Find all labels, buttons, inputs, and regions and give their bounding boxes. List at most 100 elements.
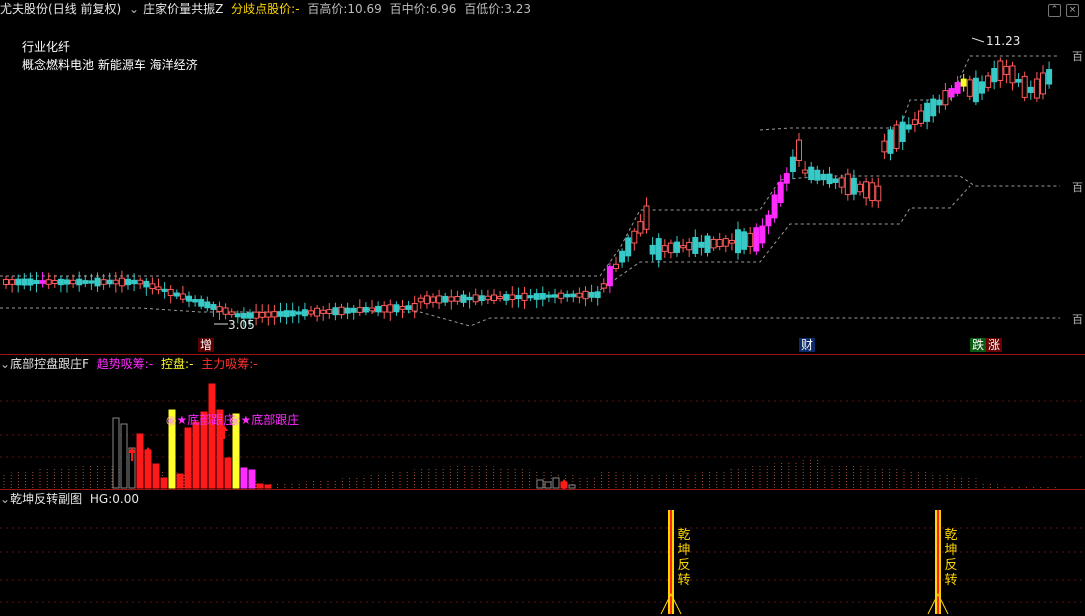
candle-body: [118, 277, 125, 287]
event-tag-finance[interactable]: 财: [799, 338, 816, 352]
candle-body: [911, 119, 918, 125]
candle-body: [198, 298, 205, 307]
main-chart-panel[interactable]: 尤夫股份(日线 前复权) ⌄ 庄家价量共振Z 分歧点股价:- 百高价:10.69 …: [0, 0, 1085, 354]
histogram-bar: [240, 467, 248, 489]
sub-panel-bottom-control[interactable]: ⌄底部控盘跟庄F 趋势吸筹:- 控盘:- 主力吸筹:- ◉★底部跟庄 ◉★底部跟…: [0, 355, 1085, 489]
candle-body: [460, 294, 467, 303]
candle-body: [454, 296, 461, 302]
candle-body: [216, 306, 223, 312]
signal-char: 反: [677, 558, 691, 573]
candle-body: [356, 307, 363, 313]
candle-body: [832, 178, 839, 183]
candle-body: [759, 225, 766, 244]
candle-body: [527, 295, 534, 299]
eye-icon: ◉: [166, 413, 177, 427]
candle-body: [777, 181, 784, 204]
candle-body: [125, 278, 131, 286]
histogram-bar: [536, 479, 544, 489]
candle-body: [533, 293, 540, 300]
candle-body: [558, 292, 565, 299]
candle-body: [942, 90, 949, 106]
candle-body: [234, 313, 241, 318]
signal-char: 转: [677, 573, 691, 588]
candle-body: [448, 296, 455, 302]
candle-body: [472, 294, 479, 303]
candle-body: [985, 75, 992, 88]
candle-body: [619, 250, 626, 263]
candle-body: [899, 121, 906, 142]
candle-body: [1040, 72, 1046, 95]
candle-body: [3, 279, 9, 285]
candle-body: [277, 311, 284, 317]
histogram-bar: [152, 463, 160, 489]
candle-body: [765, 214, 772, 227]
histogram-bar: [112, 417, 120, 489]
candle-body: [82, 280, 89, 284]
candle-body: [625, 237, 632, 257]
histogram-bar: [184, 427, 192, 489]
candle-body: [838, 177, 845, 188]
candle-body: [320, 309, 327, 314]
candle-body: [869, 182, 876, 202]
candle-body: [704, 235, 711, 253]
reversal-signal-text-2: 乾 坤 反 转: [944, 528, 958, 588]
candle-body: [802, 169, 809, 174]
candle-body: [918, 110, 924, 124]
candlestick-chart[interactable]: [0, 0, 1085, 354]
candle-body: [186, 295, 192, 302]
high-marker-arrow: [971, 37, 985, 43]
candle-body: [521, 292, 528, 301]
candle-body: [503, 294, 510, 301]
histogram-bar: [160, 477, 168, 489]
candle-body: [369, 307, 375, 312]
candle-body: [137, 279, 144, 285]
event-tag-rise[interactable]: 涨: [986, 338, 1003, 352]
candle-body: [15, 278, 22, 286]
candle-body: [545, 294, 552, 298]
candle-body: [600, 283, 607, 289]
candle-body: [466, 296, 473, 301]
candle-body: [814, 169, 821, 181]
candle-body: [875, 185, 882, 202]
candle-body: [442, 295, 449, 303]
candle-body: [179, 293, 186, 300]
candle-body: [936, 99, 943, 106]
candle-body: [411, 303, 418, 312]
candle-body: [430, 296, 436, 303]
candle-body: [588, 291, 595, 298]
candle-body: [393, 304, 400, 313]
reversal-signal-chart[interactable]: [0, 490, 1085, 616]
candle-body: [149, 283, 156, 290]
candle-body: [381, 305, 388, 313]
candle-body: [863, 181, 870, 199]
bottom-control-histogram[interactable]: [0, 355, 1085, 489]
candle-body: [857, 183, 863, 193]
candle-body: [893, 124, 900, 149]
support-line: [0, 175, 1060, 277]
support-line: [0, 307, 1060, 327]
annotation-text-1: 底部跟庄: [187, 413, 236, 427]
candle-body: [1046, 69, 1053, 85]
event-tag-increase[interactable]: 增: [198, 338, 215, 352]
candle-body: [972, 77, 979, 103]
candle-body: [106, 279, 113, 285]
candle-body: [747, 232, 754, 248]
sub-panel-reversal[interactable]: ⌄乾坤反转副图 HG:0.00 乾 坤 反 转 乾 坤 反 转: [0, 490, 1085, 616]
candle-body: [45, 279, 52, 285]
signal-char: 乾: [677, 528, 691, 543]
candle-body: [76, 278, 83, 286]
candle-body: [631, 230, 638, 244]
candle-body: [88, 280, 95, 284]
candle-body: [143, 280, 150, 288]
candle-body: [722, 238, 729, 247]
candle-body: [100, 279, 107, 285]
candle-body: [94, 277, 101, 287]
event-tag-fall[interactable]: 跌: [970, 338, 987, 352]
candle-body: [259, 312, 266, 318]
candle-body: [667, 242, 674, 254]
candle-body: [1021, 75, 1028, 98]
candle-body: [515, 295, 522, 300]
candle-body: [51, 279, 58, 285]
candle-body: [716, 239, 723, 248]
histogram-bar: [248, 469, 256, 489]
